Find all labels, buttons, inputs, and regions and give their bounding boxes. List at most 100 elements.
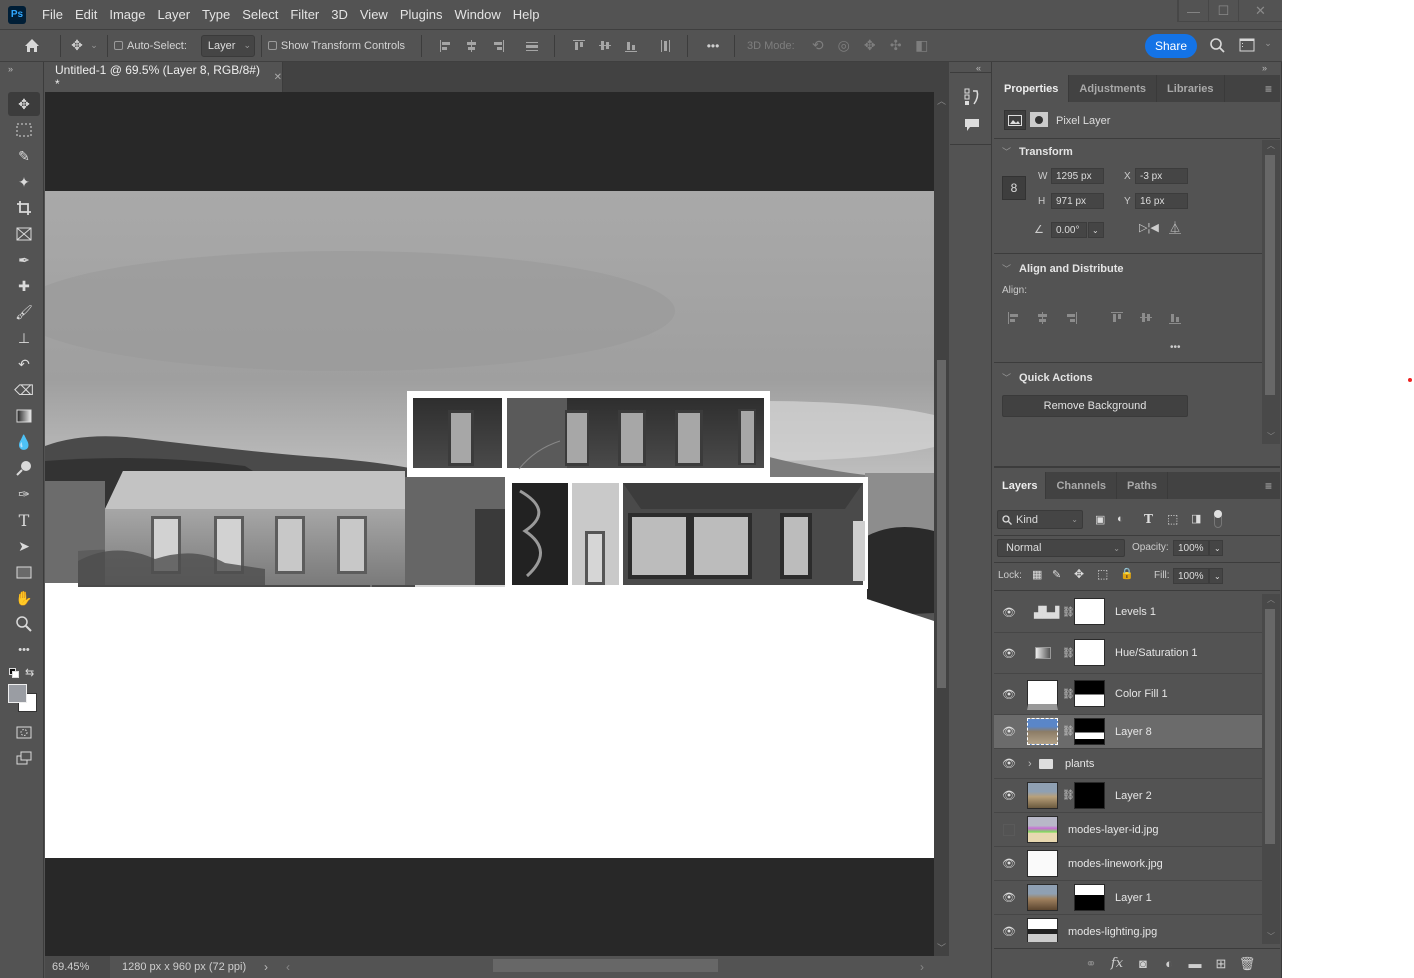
gradient-tool-icon[interactable] <box>10 404 38 428</box>
new-adjustment-layer-icon[interactable]: ◐ <box>1156 956 1182 971</box>
screen-mode-icon[interactable] <box>10 746 38 770</box>
close-button[interactable]: ✕ <box>1238 0 1282 22</box>
magic-wand-tool-icon[interactable]: ✦ <box>10 170 38 194</box>
eyedropper-tool-icon[interactable]: ✒ <box>10 248 38 272</box>
dodge-tool-icon[interactable] <box>10 456 38 480</box>
layer-mask-thumbnail[interactable] <box>1074 639 1105 666</box>
hand-tool-icon[interactable]: ✋ <box>10 586 38 610</box>
foreground-color-swatch[interactable] <box>8 684 27 703</box>
layer-thumbnail[interactable] <box>1027 718 1058 745</box>
checkbox-icon[interactable] <box>114 41 123 50</box>
align-bottom-icon[interactable] <box>1165 310 1185 326</box>
link-layers-icon[interactable]: ⚭ <box>1078 956 1104 972</box>
filter-shape-icon[interactable]: ⬚ <box>1167 512 1178 526</box>
close-tab-icon[interactable]: ✕ <box>274 72 282 83</box>
fill-dropdown[interactable]: ⌄ <box>1209 568 1223 584</box>
visibility-eye-icon[interactable]: 👁 <box>1002 892 1016 904</box>
lock-position-icon[interactable]: ✥ <box>1074 567 1084 581</box>
tab-layers[interactable]: Layers <box>994 472 1047 499</box>
brush-tool-icon[interactable]: 🖌 <box>10 300 38 324</box>
opacity-field[interactable]: 100% <box>1173 540 1209 556</box>
add-mask-icon[interactable]: ◙ <box>1130 956 1156 971</box>
menu-3d[interactable]: 3D <box>325 0 354 29</box>
visibility-eye-icon[interactable]: 👁 <box>1002 726 1016 738</box>
path-selection-tool-icon[interactable]: ➤ <box>10 534 38 558</box>
menu-help[interactable]: Help <box>507 0 546 29</box>
marquee-tool-icon[interactable] <box>10 118 38 142</box>
flip-horizontal-icon[interactable]: ▷¦◀ <box>1139 221 1159 234</box>
scroll-left-icon[interactable]: ‹ <box>286 960 290 974</box>
align-top-icon[interactable] <box>1107 310 1127 326</box>
scroll-down-icon[interactable]: ﹀ <box>937 941 946 954</box>
scroll-up-icon[interactable]: ︿ <box>1262 594 1280 605</box>
scroll-down-icon[interactable]: ﹀ <box>1267 931 1275 942</box>
chevron-down-icon[interactable]: ⌄ <box>87 40 101 51</box>
menu-window[interactable]: Window <box>448 0 506 29</box>
quick-actions-section-header[interactable]: ﹀ Quick Actions <box>1002 371 1093 384</box>
3d-slide-icon[interactable]: ✣ <box>883 37 909 54</box>
share-button[interactable]: Share <box>1145 34 1197 58</box>
show-transform-checkbox[interactable]: Show Transform Controls <box>267 40 405 52</box>
tab-paths[interactable]: Paths <box>1117 472 1168 499</box>
menu-file[interactable]: File <box>36 0 69 29</box>
expand-group-icon[interactable]: › <box>1028 758 1032 770</box>
document-info[interactable]: 1280 px x 960 px (72 ppi) <box>110 961 270 973</box>
layer-mask-thumbnail[interactable] <box>1074 598 1105 625</box>
align-middle-v-icon[interactable] <box>595 38 615 54</box>
menu-plugins[interactable]: Plugins <box>394 0 449 29</box>
3d-pan-icon[interactable]: ✥ <box>857 37 883 54</box>
distribute-h-icon[interactable] <box>655 38 675 54</box>
layer-mask-thumbnail[interactable] <box>1074 884 1105 911</box>
panel-menu-icon[interactable]: ≡ <box>1265 75 1272 102</box>
layer-row-modes-lighting[interactable]: 👁 modes-lighting.jpg <box>994 915 1262 942</box>
width-field[interactable]: 1295 px <box>1051 168 1104 184</box>
mask-link-icon[interactable]: ⛓ <box>1062 790 1075 801</box>
more-align-options-icon[interactable]: ••• <box>1170 342 1181 353</box>
menu-view[interactable]: View <box>354 0 394 29</box>
workspace-icon[interactable] <box>1237 38 1257 52</box>
move-tool-icon[interactable]: ✥ <box>67 37 87 54</box>
horizontal-scroll-thumb[interactable] <box>493 959 718 972</box>
pen-tool-icon[interactable]: ✑ <box>10 482 38 506</box>
tab-properties[interactable]: Properties <box>994 75 1070 102</box>
layers-scrollbar[interactable]: ︿ ﹀ <box>1262 594 1280 944</box>
transform-section-header[interactable]: ﹀ Transform <box>1002 145 1073 158</box>
home-icon[interactable] <box>18 38 46 53</box>
menu-edit[interactable]: Edit <box>69 0 103 29</box>
layers-panel-menu-icon[interactable]: ≡ <box>1265 472 1272 499</box>
pixel-layer-icon[interactable] <box>1004 110 1026 130</box>
filter-toggle-switch[interactable] <box>1214 510 1222 528</box>
minimize-button[interactable]: — <box>1178 0 1208 22</box>
layer-thumbnail[interactable] <box>1027 884 1058 911</box>
layer-thumbnail[interactable] <box>1027 918 1058 942</box>
visibility-eye-icon[interactable]: 👁 <box>1002 790 1016 802</box>
healing-brush-tool-icon[interactable]: ✚ <box>10 274 38 298</box>
visibility-eye-icon[interactable]: 👁 <box>1002 926 1016 938</box>
lock-all-icon[interactable]: 🔒 <box>1120 567 1134 580</box>
frame-tool-icon[interactable] <box>10 222 38 246</box>
layer-row-levels-1[interactable]: 👁 ▟▙▟ ⛓ Levels 1 <box>994 592 1262 633</box>
properties-scrollbar[interactable]: ︿ ﹀ <box>1262 140 1280 444</box>
type-tool-icon[interactable]: T <box>10 508 38 532</box>
align-left-icon[interactable] <box>436 38 456 54</box>
more-options-icon[interactable]: ••• <box>700 39 726 53</box>
properties-scroll-thumb[interactable] <box>1265 155 1275 395</box>
canvas[interactable] <box>45 191 934 858</box>
tab-channels[interactable]: Channels <box>1046 472 1117 499</box>
layer-row-color-fill-1[interactable]: 👁 ⛓ Color Fill 1 <box>994 674 1262 715</box>
align-top-icon[interactable] <box>569 38 589 54</box>
vertical-scrollbar[interactable]: ︿ ﹀ <box>934 92 949 956</box>
expand-panels-icon[interactable]: » <box>1262 63 1267 73</box>
align-section-header[interactable]: ﹀ Align and Distribute <box>1002 262 1124 275</box>
layer-mask-thumbnail[interactable] <box>1074 718 1105 745</box>
distribute-icon[interactable] <box>522 38 542 54</box>
flip-vertical-icon[interactable]: ⏅ <box>1169 219 1181 236</box>
lasso-tool-icon[interactable]: ✎ <box>10 144 38 168</box>
layer-style-fx-icon[interactable]: fx <box>1104 956 1130 971</box>
link-proportions-icon[interactable]: 8 <box>1002 176 1026 200</box>
quick-mask-icon[interactable] <box>10 720 38 744</box>
visibility-eye-icon[interactable]: 👁 <box>1002 689 1016 701</box>
scroll-down-icon[interactable]: ﹀ <box>1267 431 1275 442</box>
search-icon[interactable] <box>1206 38 1228 53</box>
layer-row-layer-2[interactable]: 👁 ⛓ Layer 2 <box>994 779 1262 813</box>
